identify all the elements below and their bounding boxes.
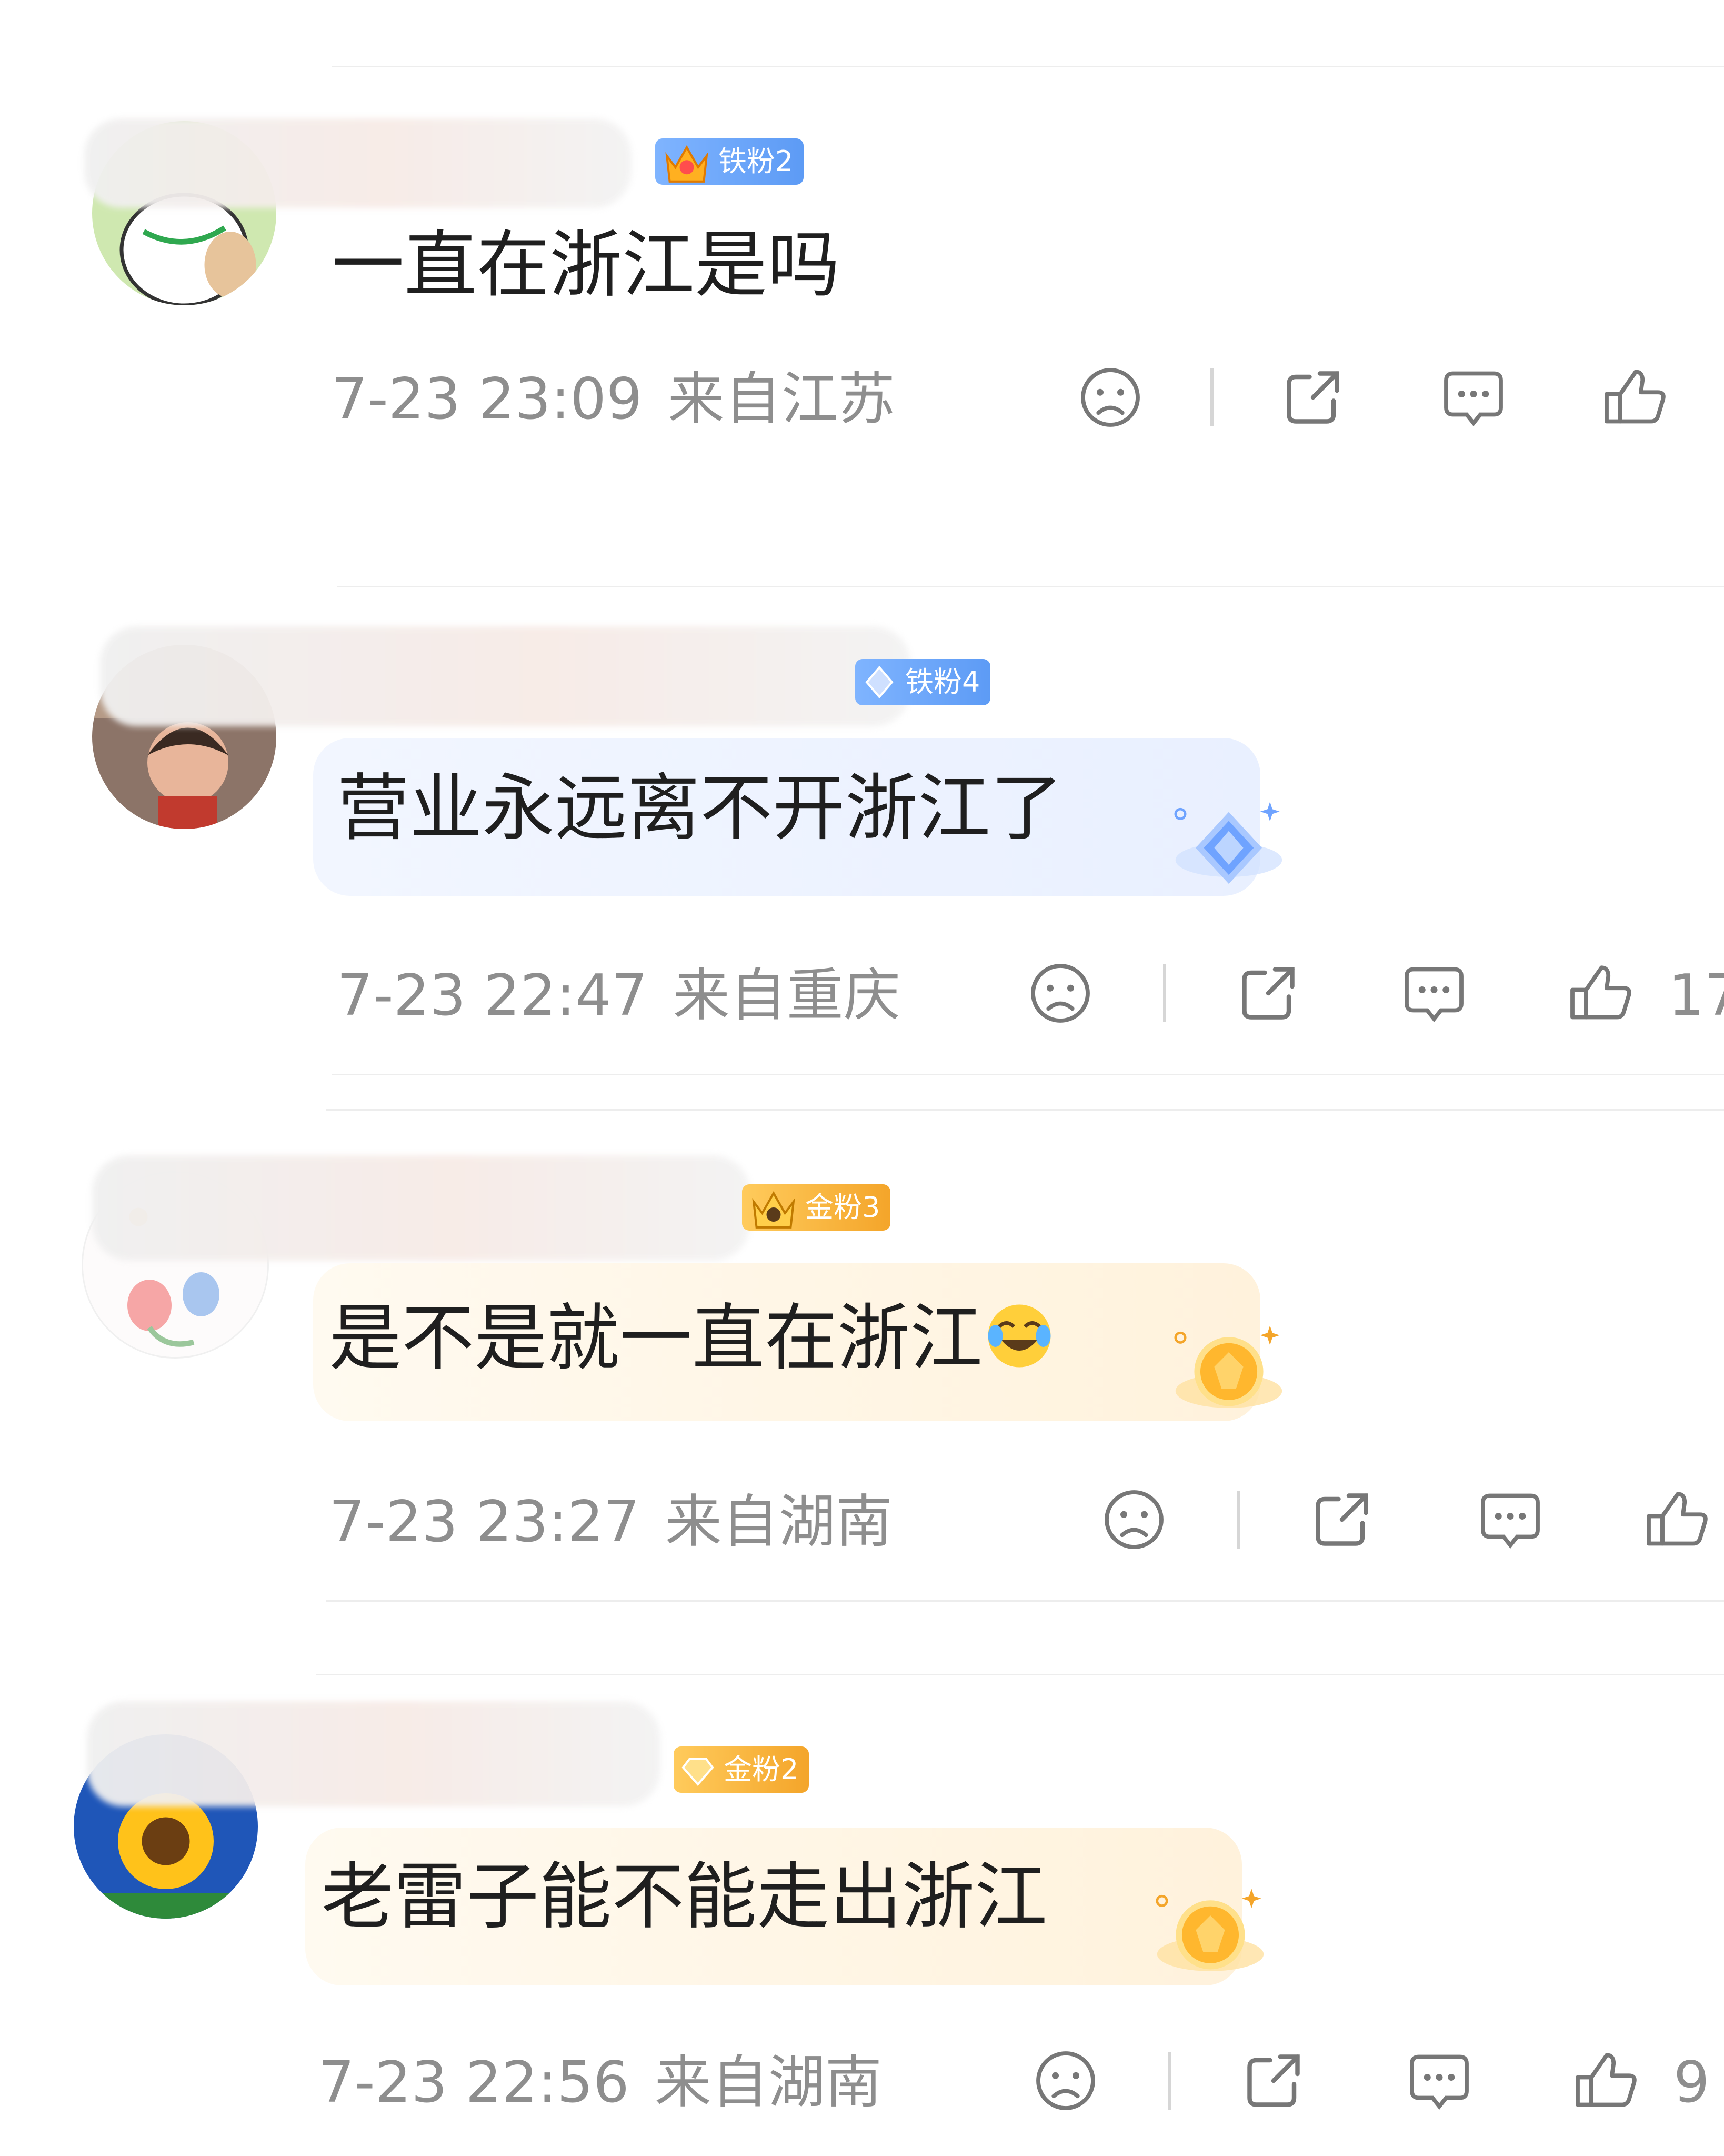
share-button[interactable] xyxy=(1239,2047,1308,2115)
comment-button[interactable] xyxy=(1405,2047,1474,2115)
sad-face-icon xyxy=(1081,368,1140,427)
fan-badge: 铁粉4 xyxy=(855,659,991,705)
comment-bubble-icon xyxy=(1481,1493,1540,1549)
crown-icon xyxy=(752,1191,795,1229)
thumbs-up-icon xyxy=(1570,965,1631,1020)
action-divider xyxy=(1163,964,1166,1022)
crown-icon xyxy=(665,145,708,183)
fan-badge: 金粉3 xyxy=(742,1184,891,1231)
dislike-button[interactable] xyxy=(1100,1485,1168,1554)
comment-text: 老雷子能不能走出浙江 xyxy=(321,1854,1048,1939)
divider xyxy=(332,1074,1724,1075)
dislike-button[interactable] xyxy=(1026,959,1095,1027)
sad-face-icon xyxy=(1036,2051,1095,2110)
comment-location: 来自江苏 xyxy=(667,366,895,432)
comment-location: 来自重庆 xyxy=(673,963,900,1029)
comment-location: 来自湖南 xyxy=(654,2050,882,2115)
action-divider xyxy=(1237,1491,1240,1549)
comment-text: 一直在浙江是吗 xyxy=(332,223,840,307)
fan-badge: 铁粉2 xyxy=(655,138,804,185)
like-button[interactable] xyxy=(1571,2047,1639,2115)
like-button[interactable] xyxy=(1566,959,1634,1027)
thumbs-up-icon xyxy=(1576,2053,1637,2107)
comment-text: 营业永远离不开浙江了 xyxy=(337,766,1064,851)
like-button[interactable] xyxy=(1600,363,1668,432)
comment-location: 来自湖南 xyxy=(665,1489,893,1555)
divider xyxy=(326,1109,1724,1111)
share-button[interactable] xyxy=(1234,959,1302,1027)
fan-badge: 金粉2 xyxy=(674,1746,809,1793)
share-button[interactable] xyxy=(1308,1485,1376,1554)
share-icon xyxy=(1247,2054,1300,2107)
gem-icon xyxy=(681,1758,714,1786)
action-divider xyxy=(1210,368,1214,426)
share-icon xyxy=(1242,967,1295,1020)
comment-time: 7-23 22:56 xyxy=(318,2050,629,2115)
username-blurred xyxy=(87,1701,660,1806)
divider xyxy=(332,66,1724,67)
sad-face-icon xyxy=(1105,1490,1164,1549)
like-button[interactable] xyxy=(1642,1485,1710,1554)
gold-gem-decoration-icon xyxy=(1174,1325,1282,1408)
like-count: 17 xyxy=(1668,963,1724,1029)
sad-face-icon xyxy=(1031,964,1090,1023)
share-button[interactable] xyxy=(1279,363,1347,432)
comment-button[interactable] xyxy=(1476,1485,1545,1554)
comment-bubble-icon xyxy=(1405,967,1464,1022)
gold-gem-decoration-icon xyxy=(1156,1889,1264,1971)
dislike-button[interactable] xyxy=(1076,363,1145,432)
comment-bubble-icon xyxy=(1410,2054,1469,2110)
comment-time: 7-23 22:47 xyxy=(337,963,648,1029)
comment-text: 是不是就一直在浙江 xyxy=(329,1299,1056,1375)
dislike-button[interactable] xyxy=(1031,2047,1100,2115)
comment-time: 7-23 23:27 xyxy=(329,1489,640,1555)
diamond-icon xyxy=(865,665,894,699)
like-count: 9 xyxy=(1673,2050,1710,2115)
diamond-decoration-icon xyxy=(1174,802,1282,884)
username-blurred xyxy=(100,626,910,726)
username-blurred xyxy=(92,1155,750,1261)
username-blurred xyxy=(84,118,632,208)
laugh-cry-emoji-icon xyxy=(988,1304,1051,1368)
action-divider xyxy=(1168,2052,1171,2110)
comment-meta: 7-23 23:09 来自江苏 xyxy=(332,371,895,428)
thumbs-up-icon xyxy=(1647,1492,1708,1546)
divider xyxy=(316,1674,1724,1675)
comment-bubble-icon xyxy=(1444,371,1503,426)
comment-meta: 7-23 22:47 来自重庆 xyxy=(337,967,900,1024)
share-icon xyxy=(1316,1493,1368,1546)
thumbs-up-icon xyxy=(1605,370,1666,424)
comment-time: 7-23 23:09 xyxy=(332,366,643,432)
comment-button[interactable] xyxy=(1439,363,1508,432)
comment-meta: 7-23 22:56 来自湖南 xyxy=(318,2054,882,2111)
comment-button[interactable] xyxy=(1400,959,1468,1027)
divider xyxy=(326,1600,1724,1602)
share-icon xyxy=(1287,371,1339,424)
divider xyxy=(337,586,1724,587)
comment-meta: 7-23 23:27 来自湖南 xyxy=(329,1494,893,1551)
